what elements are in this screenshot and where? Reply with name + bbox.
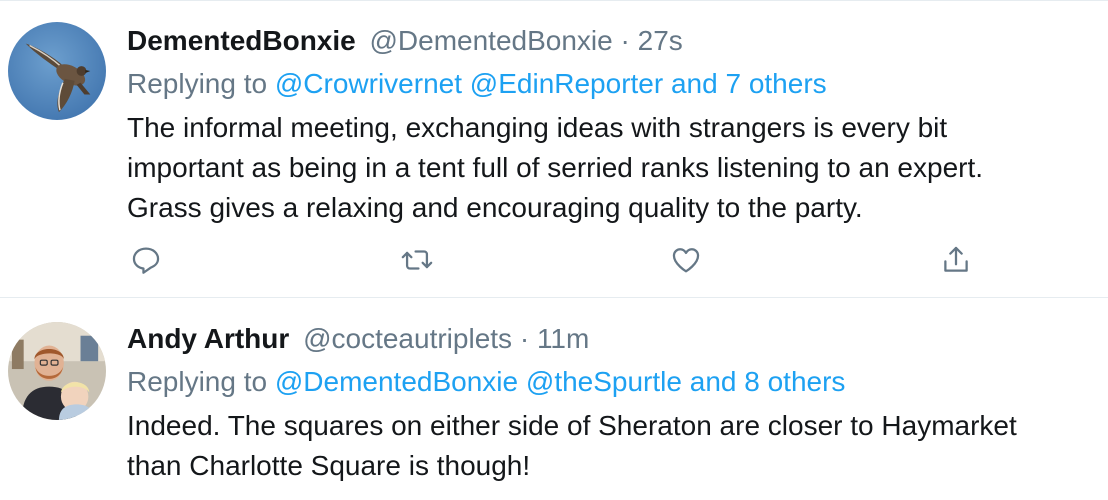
mention-link[interactable]: @theSpurtle <box>526 366 682 397</box>
user-handle[interactable]: @cocteautriplets <box>303 323 512 354</box>
avatar[interactable] <box>8 22 106 120</box>
tweet-text-line: Grass gives a relaxing and encouraging q… <box>127 192 863 223</box>
tweet-text-line: Indeed. The squares on either side of Sh… <box>127 410 1017 441</box>
tweet-header: DementedBonxie @DementedBonxie · 27s <box>127 24 1104 58</box>
retweet-icon <box>401 250 433 270</box>
display-name[interactable]: Andy Arthur <box>127 323 289 354</box>
others-link[interactable]: and 8 others <box>690 366 846 397</box>
tweet-actions <box>0 240 1108 280</box>
timestamp[interactable]: 11m <box>537 323 589 354</box>
tweet-text-line: The informal meeting, exchanging ideas w… <box>127 112 948 143</box>
replying-to-label: Replying to <box>127 366 268 397</box>
tweet-text-line: than Charlotte Square is though! <box>127 450 531 481</box>
others-link[interactable]: and 7 others <box>671 68 827 99</box>
tweet-text: The informal meeting, exchanging ideas w… <box>127 108 1104 228</box>
tweet[interactable]: Andy Arthur @cocteautriplets · 11m Reply… <box>0 297 1108 500</box>
timestamp[interactable]: 27s <box>638 25 683 56</box>
mention-link[interactable]: @Crowrivernet <box>275 68 462 99</box>
person-with-child-avatar-icon <box>8 322 106 420</box>
reply-button[interactable] <box>126 240 166 280</box>
replying-to-line: Replying to @DementedBonxie @theSpurtle … <box>127 365 1104 399</box>
mention-link[interactable]: @DementedBonxie <box>275 366 518 397</box>
share-icon <box>944 246 968 272</box>
tweet-content: DementedBonxie @DementedBonxie · 27s Rep… <box>127 24 1104 228</box>
replying-to-line: Replying to @Crowrivernet @EdinReporter … <box>127 67 1104 101</box>
user-handle[interactable]: @DementedBonxie <box>370 25 613 56</box>
retweet-button[interactable] <box>397 240 437 280</box>
tweet-text-line: important as being in a tent full of ser… <box>127 152 984 183</box>
bird-in-flight-avatar-icon <box>8 22 106 120</box>
replying-to-label: Replying to <box>127 68 268 99</box>
tweet[interactable]: DementedBonxie @DementedBonxie · 27s Rep… <box>0 0 1108 297</box>
mention-link[interactable]: @EdinReporter <box>470 68 663 99</box>
separator-dot: · <box>519 323 530 354</box>
like-icon <box>672 248 700 273</box>
avatar[interactable] <box>8 322 106 420</box>
tweet-content: Andy Arthur @cocteautriplets · 11m Reply… <box>127 322 1104 486</box>
separator-dot: · <box>620 25 630 56</box>
tweet-text: Indeed. The squares on either side of Sh… <box>127 406 1104 486</box>
reply-icon <box>132 247 160 274</box>
share-button[interactable] <box>936 240 976 280</box>
tweet-header: Andy Arthur @cocteautriplets · 11m <box>127 322 1104 356</box>
display-name[interactable]: DementedBonxie <box>127 25 356 56</box>
like-button[interactable] <box>666 240 706 280</box>
